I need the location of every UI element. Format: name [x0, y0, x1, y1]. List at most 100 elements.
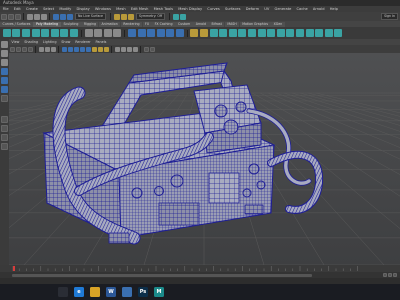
poly-cone-icon[interactable]	[31, 29, 40, 37]
new-scene-icon[interactable]	[0, 13, 7, 20]
select-tool-icon[interactable]	[1, 41, 8, 48]
wireframe-on-shaded-icon[interactable]	[73, 46, 79, 52]
snap-curve-icon[interactable]	[59, 13, 66, 20]
shadows-icon[interactable]	[103, 46, 109, 52]
panel-menu-show[interactable]: Show	[59, 40, 73, 44]
motion-blur-icon[interactable]	[120, 46, 126, 52]
time-slider[interactable]	[0, 265, 400, 272]
menu-mesh[interactable]: Mesh	[114, 7, 129, 11]
separate-icon[interactable]	[94, 29, 103, 37]
render-current-icon[interactable]	[120, 13, 127, 20]
open-scene-icon[interactable]	[7, 13, 14, 20]
depth-of-field-icon[interactable]	[132, 46, 138, 52]
bridge-icon[interactable]	[137, 29, 146, 37]
render-view-icon[interactable]	[113, 13, 120, 20]
smooth-icon[interactable]	[103, 29, 112, 37]
scale-tool-icon[interactable]	[1, 86, 8, 93]
panel-menu-view[interactable]: View	[9, 40, 22, 44]
uv-editor-icon[interactable]	[209, 29, 218, 37]
select-camera-icon[interactable]	[9, 46, 15, 52]
insert-edge-loop-icon[interactable]	[175, 29, 184, 37]
menu-uv[interactable]: UV	[262, 7, 272, 11]
automatic-mapping-icon[interactable]	[200, 29, 209, 37]
combine-icon[interactable]	[84, 29, 93, 37]
menu-modify[interactable]: Modify	[57, 7, 74, 11]
panel-menu-shading[interactable]: Shading	[22, 40, 41, 44]
select-by-component-icon[interactable]	[40, 13, 47, 20]
multi-cut-icon[interactable]	[166, 29, 175, 37]
smooth-shade-icon[interactable]	[67, 46, 73, 52]
poly-plane-icon[interactable]	[50, 29, 59, 37]
select-by-object-icon[interactable]	[33, 13, 40, 20]
select-by-hierarchy-icon[interactable]	[26, 13, 33, 20]
wireframe-icon[interactable]	[61, 46, 67, 52]
planar-mapping-icon[interactable]	[190, 29, 199, 37]
platonic-solid-icon[interactable]	[69, 29, 78, 37]
rotate-tool-icon[interactable]	[1, 77, 8, 84]
target-weld-icon[interactable]	[296, 29, 305, 37]
persp-outliner-layout-icon[interactable]	[1, 134, 8, 141]
mirror-icon[interactable]	[276, 29, 285, 37]
poly-disc-icon[interactable]	[60, 29, 69, 37]
menu-cache[interactable]: Cache	[294, 7, 310, 11]
menu-curves[interactable]: Curves	[205, 7, 223, 11]
toggle-attribute-editor-icon[interactable]	[179, 13, 186, 20]
poly-cube-icon[interactable]	[12, 29, 21, 37]
photos-icon[interactable]	[122, 287, 132, 297]
lock-camera-icon[interactable]	[15, 46, 21, 52]
retopologize-icon[interactable]	[324, 29, 333, 37]
current-time-indicator[interactable]	[13, 266, 15, 271]
perspective-viewport[interactable]	[9, 53, 400, 265]
poly-cylinder-icon[interactable]	[21, 29, 30, 37]
soften-edge-icon[interactable]	[248, 29, 257, 37]
bevel-icon[interactable]	[147, 29, 156, 37]
poly-sphere-icon[interactable]	[2, 29, 11, 37]
extrude-icon[interactable]	[127, 29, 136, 37]
use-default-material-icon[interactable]	[85, 46, 91, 52]
sculpt-icon[interactable]	[315, 29, 324, 37]
menu-deform[interactable]: Deform	[243, 7, 262, 11]
boolean-union-icon[interactable]	[113, 29, 122, 37]
slide-edge-icon[interactable]	[305, 29, 314, 37]
menu-surfaces[interactable]: Surfaces	[222, 7, 243, 11]
menu-edit[interactable]: Edit	[11, 7, 23, 11]
photoshop-icon[interactable]: Ps	[138, 287, 148, 297]
symmetry-field[interactable]: Symmetry: Off	[136, 13, 166, 20]
auto-key-icon[interactable]	[388, 273, 392, 277]
camera-attributes-icon[interactable]	[21, 46, 27, 52]
anti-aliasing-icon[interactable]	[126, 46, 132, 52]
preferences-icon[interactable]	[393, 273, 397, 277]
live-surface-field[interactable]: No Live Surface	[75, 13, 107, 20]
snap-point-icon[interactable]	[66, 13, 73, 20]
textured-icon[interactable]	[91, 46, 97, 52]
grid-toggle-icon[interactable]	[38, 46, 44, 52]
file-explorer-icon[interactable]	[90, 287, 100, 297]
last-tool-icon[interactable]	[1, 95, 8, 102]
fill-hole-icon[interactable]	[267, 29, 276, 37]
ambient-occlusion-icon[interactable]	[114, 46, 120, 52]
delete-history-icon[interactable]	[238, 29, 247, 37]
menu-arnold[interactable]: Arnold	[310, 7, 327, 11]
harden-edge-icon[interactable]	[257, 29, 266, 37]
move-tool-icon[interactable]	[1, 68, 8, 75]
four-view-layout-icon[interactable]	[1, 125, 8, 132]
menu-help[interactable]: Help	[327, 7, 340, 11]
paint-select-tool-icon[interactable]	[1, 59, 8, 66]
xray-icon[interactable]	[79, 46, 85, 52]
poly-torus-icon[interactable]	[41, 29, 50, 37]
ipr-render-icon[interactable]	[127, 13, 134, 20]
merge-icon[interactable]	[156, 29, 165, 37]
panel-menu-lighting[interactable]: Lighting	[40, 40, 59, 44]
menu-generate[interactable]: Generate	[272, 7, 294, 11]
use-all-lights-icon[interactable]	[97, 46, 103, 52]
sign-in-button[interactable]: Sign In	[381, 13, 398, 20]
panel-menu-renderer[interactable]: Renderer	[73, 40, 93, 44]
menu-display[interactable]: Display	[74, 7, 92, 11]
film-gate-icon[interactable]	[44, 46, 50, 52]
quad-draw-icon[interactable]	[286, 29, 295, 37]
menu-create[interactable]: Create	[23, 7, 40, 11]
single-perspective-layout-icon[interactable]	[1, 116, 8, 123]
menu-edit-mesh[interactable]: Edit Mesh	[128, 7, 151, 11]
edge-icon[interactable]: e	[74, 287, 84, 297]
windows-start-icon[interactable]	[58, 287, 68, 297]
